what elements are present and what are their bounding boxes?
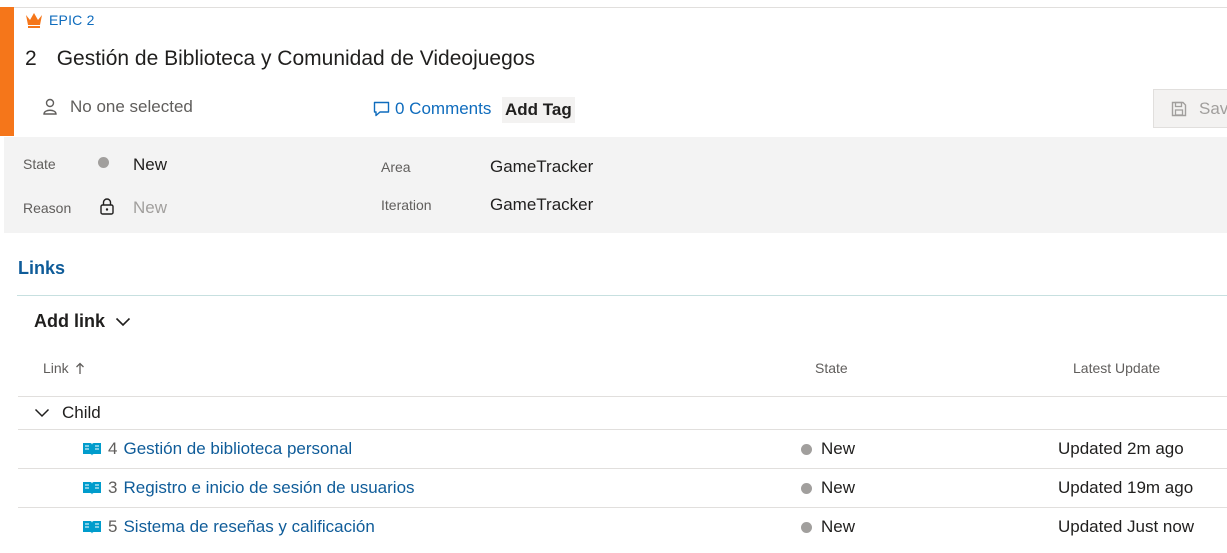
- lock-icon: [100, 198, 114, 215]
- state-field-label: State: [23, 156, 56, 172]
- iteration-field-value[interactable]: GameTracker: [490, 195, 593, 215]
- link-item-title[interactable]: Sistema de reseñas y calificación: [123, 517, 374, 537]
- book-icon: [83, 482, 101, 495]
- add-link-label: Add link: [34, 311, 105, 331]
- group-header-child[interactable]: Child: [34, 403, 101, 423]
- chevron-down-icon: [115, 317, 131, 326]
- comment-icon: [373, 101, 390, 117]
- state-dot: [98, 157, 109, 168]
- work-item-id: 2: [25, 47, 37, 70]
- chevron-down-icon: [34, 408, 50, 418]
- save-button[interactable]: Save: [1153, 89, 1227, 128]
- state-dot: [801, 521, 812, 533]
- book-icon: [83, 521, 101, 534]
- save-icon: [1171, 101, 1187, 116]
- link-item-id: 4: [108, 439, 118, 458]
- reason-field-value: New: [133, 198, 168, 217]
- save-label: Save: [1199, 98, 1227, 118]
- table-row[interactable]: 4 Gestión de biblioteca personal New Upd…: [18, 430, 1227, 469]
- book-icon: [83, 443, 101, 456]
- links-section-title: Links: [18, 258, 66, 278]
- link-item-update: Updated Just now: [1058, 517, 1195, 536]
- column-header-link[interactable]: Link: [43, 360, 85, 376]
- link-item-id: 3: [108, 478, 118, 497]
- add-tag-button[interactable]: Add Tag: [502, 97, 575, 123]
- link-item-state: New: [801, 439, 855, 459]
- link-item[interactable]: 5 Sistema de reseñas y calificación: [82, 517, 375, 537]
- state-field-value[interactable]: New: [133, 155, 167, 175]
- link-item[interactable]: 3 Registro e inicio de sesión de usuario…: [82, 478, 415, 498]
- work-item-title[interactable]: Gestión de Biblioteca y Comunidad de Vid…: [57, 47, 535, 71]
- link-item-title[interactable]: Registro e inicio de sesión de usuarios: [123, 478, 414, 498]
- link-item-state: New: [801, 478, 855, 498]
- links-divider: [17, 295, 1227, 296]
- work-item-header: [14, 7, 1227, 136]
- link-item-id: 5: [108, 517, 118, 536]
- arrow-up-icon: [75, 362, 84, 374]
- comments-label: 0 Comments: [395, 99, 492, 118]
- person-icon: [43, 98, 57, 115]
- state-dot: [801, 443, 812, 455]
- crown-icon: [26, 13, 42, 28]
- column-header-link-label: Link: [43, 360, 69, 376]
- link-item-state-label: New: [821, 478, 856, 497]
- assignee-picker[interactable]: No one selected: [42, 97, 193, 117]
- column-header-state[interactable]: State: [815, 360, 848, 376]
- link-item-state-label: New: [821, 517, 856, 536]
- comments-link[interactable]: 0 Comments: [373, 99, 491, 119]
- add-link-button[interactable]: Add link: [34, 311, 131, 332]
- link-item-update: Updated 19m ago: [1058, 478, 1194, 497]
- work-item-type: EPIC 2: [25, 12, 95, 28]
- details-fields-panel: State New Reason New Area GameTracker It…: [4, 137, 1227, 233]
- table-row[interactable]: 3 Registro e inicio de sesión de usuario…: [18, 469, 1227, 508]
- column-header-latest-update[interactable]: Latest Update: [1073, 360, 1160, 376]
- work-item-title-line[interactable]: 2 Gestión de Biblioteca y Comunidad de V…: [25, 47, 535, 71]
- assignee-label: No one selected: [70, 97, 193, 116]
- header-divider: [18, 396, 1227, 397]
- link-item-update: Updated 2m ago: [1058, 439, 1184, 458]
- group-label: Child: [62, 403, 101, 422]
- area-field-label: Area: [381, 159, 411, 175]
- link-item-state-label: New: [821, 439, 856, 458]
- reason-field-label: Reason: [23, 200, 72, 216]
- work-item-type-label: EPIC 2: [49, 12, 95, 28]
- state-dot: [801, 482, 812, 494]
- table-row[interactable]: 5 Sistema de reseñas y calificación New …: [18, 508, 1227, 547]
- link-item-title[interactable]: Gestión de biblioteca personal: [123, 439, 352, 459]
- link-item-state: New: [801, 517, 855, 537]
- link-item[interactable]: 4 Gestión de biblioteca personal: [82, 439, 352, 459]
- iteration-field-label: Iteration: [381, 197, 432, 213]
- work-item-color-bar: [0, 7, 14, 136]
- area-field-value[interactable]: GameTracker: [490, 157, 593, 177]
